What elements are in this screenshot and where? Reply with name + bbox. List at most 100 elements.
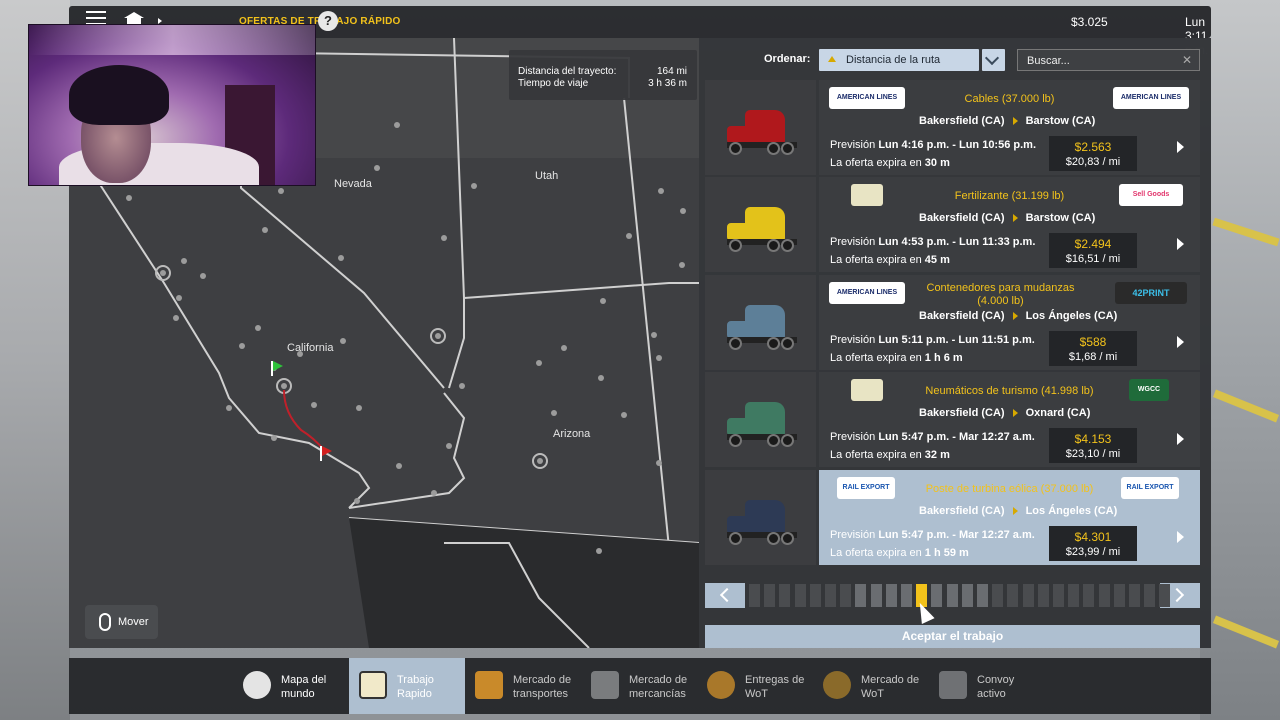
pager-page-dot[interactable] — [1129, 584, 1140, 607]
pager-page-dot[interactable] — [1037, 584, 1049, 607]
pager-prev-button[interactable] — [705, 583, 745, 608]
cargo-name: Cables (37.000 lb) — [964, 93, 1055, 105]
pager-page-dot[interactable] — [840, 584, 852, 607]
search-placeholder: Buscar... — [1027, 55, 1070, 67]
nav-label-line1: Mercado de — [629, 674, 688, 686]
expire-time: 45 m — [924, 254, 950, 266]
route-destination: Barstow (CA) — [1025, 212, 1096, 224]
pager-page-dot[interactable] — [992, 584, 1004, 607]
chevron-right-icon[interactable] — [1177, 336, 1184, 348]
pager-page-dot[interactable] — [1068, 584, 1080, 607]
nav-label-line2: mundo — [281, 688, 315, 700]
nav-label-line1: Mapa del — [281, 674, 327, 686]
pager-page-dot[interactable] — [1113, 584, 1125, 607]
route-stats: Distancia del trayecto: 164 mi Tiempo de… — [509, 50, 697, 100]
accept-job-button[interactable]: Aceptar el trabajo — [705, 625, 1200, 648]
clear-icon[interactable]: ✕ — [1182, 53, 1192, 67]
cargo-name: Fertilizante (31.199 lb) — [954, 190, 1065, 202]
job-pay: $2.494 — [1074, 237, 1112, 251]
pager-page-dot[interactable] — [946, 584, 958, 607]
job-offer-card[interactable]: AMERICAN LINES AMERICAN LINES Cables (37… — [705, 80, 1200, 175]
pager-page-dot[interactable] — [977, 584, 988, 607]
pager-page-dot[interactable] — [961, 584, 973, 607]
move-label: Mover — [118, 616, 149, 628]
cargo-name: Neumáticos de turismo (41.998 lb) — [925, 385, 1094, 397]
nav-cargo-market[interactable]: Mercado de mercancías — [581, 658, 697, 714]
pager-page-dot[interactable] — [749, 584, 760, 607]
job-offer-card[interactable]: WGCC Neumáticos de turismo (41.998 lb) B… — [705, 372, 1200, 467]
expire-label: La oferta expira en — [830, 449, 922, 461]
move-map-button[interactable]: Mover — [85, 605, 158, 639]
expire-time: 32 m — [924, 449, 950, 461]
route-origin: Bakersfield (CA) — [919, 115, 1005, 127]
job-offer-card-selected[interactable]: RAIL EXPORT RAIL EXPORT Poste de turbina… — [705, 470, 1200, 565]
pager-page-dot[interactable] — [779, 584, 791, 607]
route-origin: Bakersfield (CA) — [919, 310, 1005, 322]
help-button[interactable]: ? — [318, 11, 338, 31]
pager-page-dot[interactable] — [1053, 584, 1064, 607]
sort-selected-value: Distancia de la ruta — [846, 54, 941, 66]
forecast-time: Lun 5:47 p.m. - Mar 12:27 a.m. — [878, 529, 1035, 541]
nav-world-map[interactable]: Mapa del mundo — [233, 658, 349, 714]
job-rate: $23,10 / mi — [1065, 448, 1121, 460]
menu-icon[interactable] — [86, 11, 106, 25]
nav-label-line1: Mercado de — [513, 674, 572, 686]
chevron-left-icon — [719, 587, 735, 603]
route-destination: Los Ángeles (CA) — [1025, 505, 1118, 517]
pager-page-dot[interactable] — [1098, 584, 1110, 607]
route-destination: Barstow (CA) — [1025, 115, 1096, 127]
forecast-label: Previsión — [830, 334, 876, 346]
search-input[interactable]: Buscar... ✕ — [1017, 49, 1200, 71]
cargo-name: Poste de turbina eólica (37.000 lb) — [925, 483, 1094, 495]
company-logo-left: AMERICAN LINES — [829, 282, 905, 304]
chevron-right-icon[interactable] — [1177, 531, 1184, 543]
truck-thumbnail — [705, 372, 816, 467]
job-rate: $1,68 / mi — [1068, 351, 1118, 363]
sort-select[interactable]: Distancia de la ruta — [819, 49, 979, 71]
expire-time: 1 h 59 m — [924, 547, 969, 559]
nav-quick-job[interactable]: Trabajo Rapido — [349, 658, 465, 714]
pager-page-dot[interactable] — [885, 584, 897, 607]
forecast-label: Previsión — [830, 431, 876, 443]
truck-thumbnail — [705, 177, 816, 272]
pager-page-dot[interactable] — [1022, 584, 1034, 607]
chevron-right-icon[interactable] — [1177, 238, 1184, 250]
pager-page-dot[interactable] — [825, 584, 836, 607]
sort-dropdown-button[interactable] — [982, 49, 1005, 71]
pager-page-dot[interactable] — [809, 584, 821, 607]
chevron-right-icon[interactable] — [1177, 141, 1184, 153]
nav-label-line2: mercancías — [629, 688, 686, 700]
nav-wot-market[interactable]: Mercado de WoT — [813, 658, 929, 714]
cargo-name: Contenedores para mudanzas (4.000 lb) — [926, 282, 1075, 307]
truck-thumbnail — [705, 275, 816, 370]
nav-label-line1: Trabajo — [397, 674, 434, 686]
job-rate: $16,51 / mi — [1065, 253, 1121, 265]
pager-page-dot[interactable] — [931, 584, 943, 607]
pager-page-dot[interactable] — [794, 584, 806, 607]
route-arrow-icon — [1012, 409, 1018, 417]
route-destination: Los Ángeles (CA) — [1025, 310, 1118, 322]
expire-time: 30 m — [924, 157, 950, 169]
job-offer-card[interactable]: AMERICAN LINES 42PRINT Contenedores para… — [705, 275, 1200, 370]
job-offer-card[interactable]: Sell Goods Fertilizante (31.199 lb) Bake… — [705, 177, 1200, 272]
pager-page-dot[interactable] — [1159, 584, 1171, 607]
pager-page-dot[interactable] — [1007, 584, 1019, 607]
nav-freight-market[interactable]: Mercado de transportes — [465, 658, 581, 714]
pager-page-dot[interactable] — [870, 584, 882, 607]
pager-page-dot[interactable] — [901, 584, 912, 607]
nav-convoy[interactable]: Convoy activo — [929, 658, 1045, 714]
nav-label-line2: WoT — [745, 688, 769, 700]
pager-page-dot[interactable] — [764, 584, 776, 607]
distance-value: 164 mi — [656, 66, 687, 77]
pager-page-dot[interactable] — [1144, 584, 1156, 607]
route-arrow-icon — [1012, 507, 1018, 515]
nav-label-line2: activo — [977, 688, 1006, 700]
nav-wot-deliveries[interactable]: Entregas de WoT — [697, 658, 813, 714]
chevron-right-icon[interactable] — [1177, 433, 1184, 445]
truck-thumbnail — [705, 80, 816, 175]
job-pay: $4.153 — [1074, 432, 1112, 446]
forecast-label: Previsión — [830, 236, 876, 248]
pager-page-dot[interactable] — [1083, 584, 1095, 607]
pager-page-dot[interactable] — [855, 584, 867, 607]
map-label-california: California — [287, 342, 334, 354]
